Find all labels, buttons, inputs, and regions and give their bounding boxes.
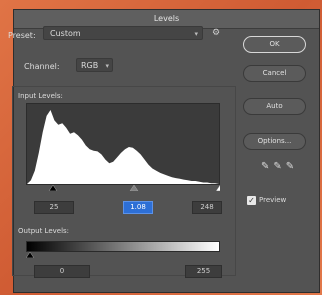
input-black-field[interactable]: 25 — [34, 201, 74, 214]
histogram — [26, 103, 220, 185]
channel-value: RGB — [81, 61, 99, 70]
auto-button[interactable]: Auto — [243, 98, 306, 115]
output-gradient — [26, 241, 220, 252]
black-eyedropper-icon[interactable]: ✎ — [261, 161, 273, 172]
gamma-handle[interactable] — [129, 185, 139, 191]
input-gamma-field[interactable]: 1.08 — [123, 201, 153, 214]
channel-label: Channel: — [24, 62, 60, 71]
histogram-shape — [27, 110, 219, 184]
preset-select[interactable]: Custom ▾ — [43, 26, 203, 40]
black-point-handle[interactable] — [48, 185, 58, 191]
output-black-handle[interactable] — [26, 252, 35, 258]
channel-select[interactable]: RGB ▾ — [76, 58, 113, 72]
preview-label: Preview — [259, 196, 287, 204]
preview-checkbox[interactable]: ✓ — [247, 196, 256, 205]
preset-options-icon[interactable]: ⚙ — [212, 28, 220, 38]
cancel-button[interactable]: Cancel — [243, 65, 306, 82]
options-button[interactable]: Options... — [243, 133, 306, 150]
input-levels-label: Input Levels: — [18, 92, 63, 100]
white-eyedropper-icon[interactable]: ✎ — [286, 161, 298, 172]
output-white-field[interactable]: 255 — [185, 265, 222, 278]
output-slider[interactable] — [26, 252, 220, 258]
output-levels-label: Output Levels: — [18, 227, 70, 235]
ok-button[interactable]: OK — [243, 36, 306, 53]
chevron-down-icon: ▾ — [194, 30, 198, 38]
preset-label: Preset: — [8, 31, 36, 40]
input-white-field[interactable]: 248 — [192, 201, 222, 214]
chevron-down-icon: ▾ — [105, 62, 109, 70]
gray-eyedropper-icon[interactable]: ✎ — [273, 161, 285, 172]
input-slider[interactable] — [26, 185, 220, 191]
histogram-chart — [27, 110, 219, 184]
white-point-handle[interactable] — [215, 185, 220, 191]
eyedroppers: ✎✎✎ — [261, 161, 298, 172]
output-black-field[interactable]: 0 — [34, 265, 90, 278]
preset-value: Custom — [50, 29, 81, 38]
